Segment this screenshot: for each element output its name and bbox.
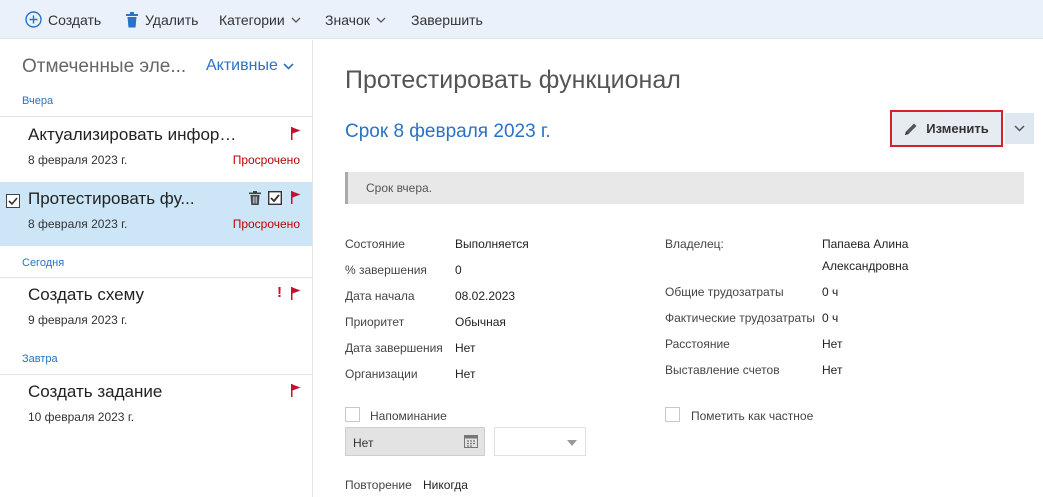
field-label: Приоритет <box>345 315 405 329</box>
list-header: Отмеченные эле... Активные <box>0 40 313 92</box>
badge-label: Значок <box>325 11 370 28</box>
chevron-down-icon <box>1014 125 1025 132</box>
field-value: Выполняется <box>455 237 529 251</box>
recurrence-value: Никогда <box>423 478 468 492</box>
field-label: % завершения <box>345 263 427 277</box>
field-value: Нет <box>822 337 843 351</box>
task-item[interactable]: Создать схему ! 9 февраля 2023 г. <box>0 278 312 342</box>
task-list-pane: Отмеченные эле... Активные Вчера Актуали… <box>0 40 313 497</box>
field-value: Нет <box>455 341 476 355</box>
task-date: 8 февраля 2023 г. <box>28 153 128 167</box>
categories-label: Категории <box>219 11 285 28</box>
task-title: Создать задание <box>28 382 163 401</box>
complete-label: Завершить <box>411 11 483 28</box>
group-header-tomorrow: Завтра <box>22 353 58 365</box>
field-label: Расстояние <box>665 337 730 351</box>
field-label: Фактические трудозатраты <box>665 311 816 325</box>
task-detail-pane: Протестировать функционал Срок 8 февраля… <box>314 40 1043 497</box>
reminder-label: Напоминание <box>370 409 447 423</box>
owner-label: Владелец: <box>665 237 724 251</box>
field-value: 0 <box>455 263 462 277</box>
edit-button[interactable]: Изменить <box>890 110 1003 147</box>
calendar-icon[interactable] <box>464 435 478 448</box>
create-label: Создать <box>48 11 102 28</box>
due-notice-bar: Срок вчера. <box>345 172 1024 204</box>
task-title: Создать схему <box>28 285 144 304</box>
private-label: Пометить как частное <box>691 409 814 423</box>
badge-menu[interactable]: Значок <box>325 0 386 39</box>
high-importance-icon: ! <box>277 284 282 301</box>
task-date: 10 февраля 2023 г. <box>28 410 135 424</box>
reminder-date-input[interactable]: Нет <box>345 427 485 456</box>
list-title: Отмеченные эле... <box>22 56 187 77</box>
chevron-down-icon <box>291 17 301 23</box>
group-header-yesterday: Вчера <box>22 95 54 107</box>
field-value: Нет <box>455 367 476 381</box>
group-header-today: Сегодня <box>22 257 65 269</box>
due-date-heading: Срок 8 февраля 2023 г. <box>345 121 551 142</box>
checkmark-icon <box>8 197 18 206</box>
overdue-label: Просрочено <box>232 153 300 167</box>
toolbar: Создать Удалить Категории Значок Заверши… <box>0 0 1043 39</box>
plus-circle-icon <box>25 11 42 28</box>
chevron-down-icon <box>283 62 294 70</box>
pencil-icon <box>905 123 917 135</box>
field-value: 0 ч <box>822 311 839 325</box>
private-checkbox[interactable] <box>665 407 680 422</box>
reminder-checkbox[interactable] <box>345 407 360 422</box>
more-options-button[interactable] <box>1005 113 1034 144</box>
task-checkbox[interactable] <box>6 194 20 208</box>
trash-icon <box>126 11 138 27</box>
trash-icon[interactable] <box>249 191 261 205</box>
task-title: Протестировать фу... <box>28 189 195 208</box>
due-notice-text: Срок вчера. <box>366 181 433 195</box>
task-title: Актуализировать информа... <box>28 125 248 144</box>
task-item[interactable]: Актуализировать информа... 8 февраля 202… <box>0 118 312 182</box>
reminder-time-select[interactable] <box>494 427 586 456</box>
field-label: Состояние <box>345 237 405 251</box>
categories-menu[interactable]: Категории <box>219 0 301 39</box>
field-value: Обычная <box>455 315 506 329</box>
recurrence-label: Повторение <box>345 478 412 492</box>
task-date: 9 февраля 2023 г. <box>28 313 128 327</box>
mark-complete-icon[interactable] <box>268 191 282 205</box>
overdue-label: Просрочено <box>232 217 300 231</box>
field-label: Организации <box>345 367 418 381</box>
owner-value: Александровна <box>822 259 909 273</box>
field-label: Дата начала <box>345 289 415 303</box>
field-label: Дата завершения <box>345 341 443 355</box>
task-detail-title: Протестировать функционал <box>345 66 681 94</box>
flag-icon[interactable] <box>291 287 301 300</box>
field-label: Выставление счетов <box>665 363 780 377</box>
owner-value: Папаева Алина <box>822 237 909 251</box>
filter-dropdown[interactable]: Активные <box>206 57 294 75</box>
field-value: Нет <box>822 363 843 377</box>
delete-button[interactable]: Удалить <box>125 0 198 39</box>
chevron-down-icon <box>376 17 386 23</box>
field-value: 0 ч <box>822 285 839 299</box>
edit-label: Изменить <box>926 121 989 136</box>
task-item[interactable]: Создать задание 10 февраля 2023 г. <box>0 375 312 439</box>
create-button[interactable]: Создать <box>25 0 101 39</box>
dropdown-arrow-icon <box>567 440 577 446</box>
field-value: 08.02.2023 <box>455 289 516 303</box>
task-date: 8 февраля 2023 г. <box>28 217 128 231</box>
filter-label: Активные <box>206 57 278 74</box>
complete-button[interactable]: Завершить <box>411 0 483 39</box>
divider <box>0 116 312 117</box>
delete-label: Удалить <box>145 11 199 28</box>
flag-icon[interactable] <box>291 127 301 140</box>
reminder-date-value: Нет <box>353 436 374 450</box>
task-item-selected[interactable]: Протестировать фу... 8 февраля 2023 г. П… <box>0 182 312 246</box>
flag-icon[interactable] <box>291 191 301 204</box>
flag-icon[interactable] <box>291 384 301 397</box>
field-label: Общие трудозатраты <box>665 285 784 299</box>
